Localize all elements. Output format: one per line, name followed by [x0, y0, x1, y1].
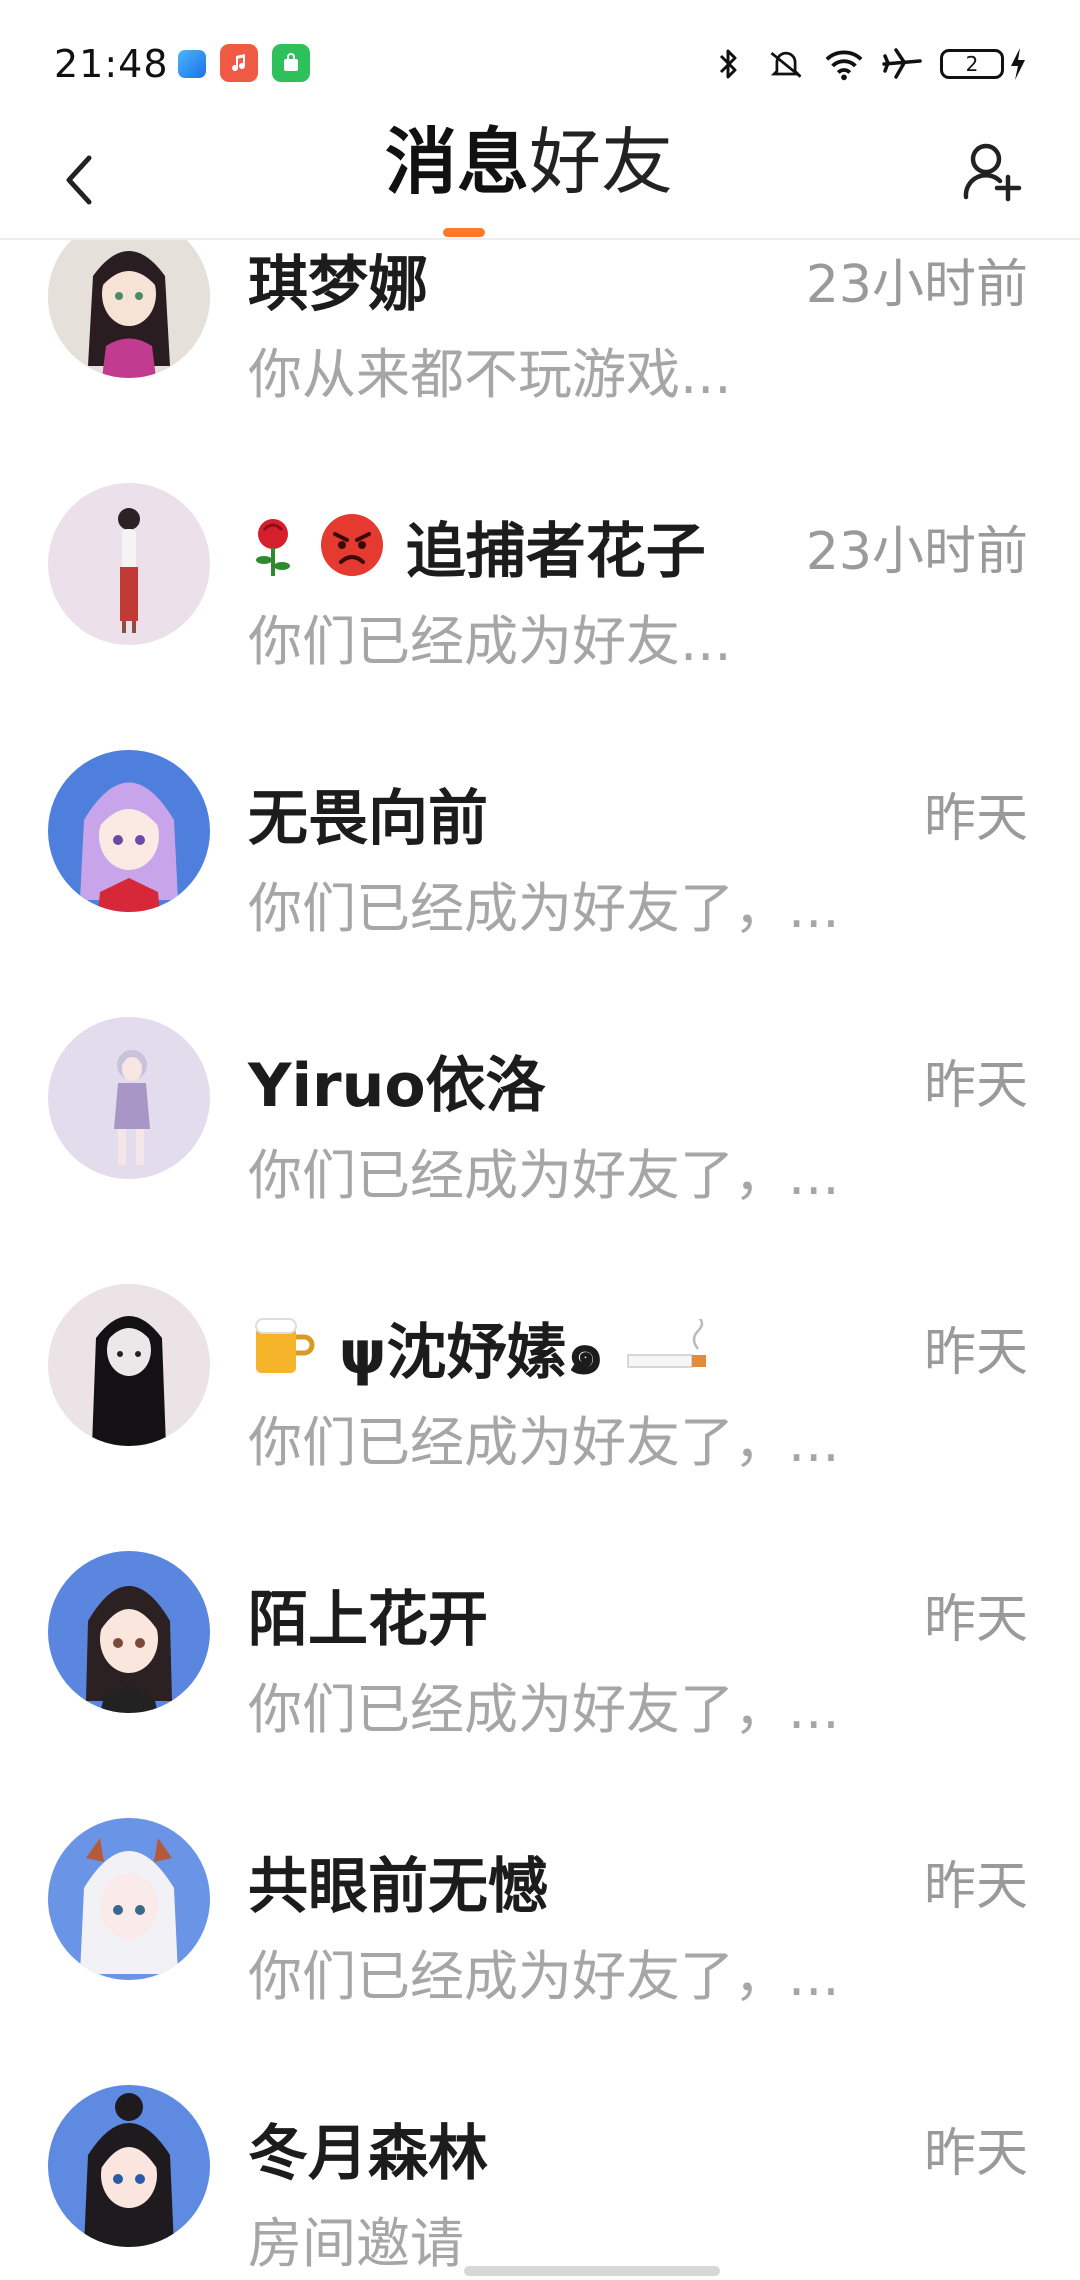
home-indicator[interactable]: [464, 2266, 720, 2276]
contact-name: 追捕者花子: [405, 517, 706, 587]
contact-name: ψ沈妤嫊๑: [338, 1318, 605, 1388]
contact-name: 琪梦娜: [248, 250, 428, 320]
message-preview: 你们已经成为好友了，...: [248, 1945, 840, 2008]
contact-name: Yiruo依洛: [248, 1051, 546, 1121]
conversation-item[interactable]: 追捕者花子 23小时前 你们已经成为好友...: [0, 483, 1080, 750]
add-user-icon: [963, 143, 1022, 202]
message-preview: 房间邀请: [248, 2212, 464, 2275]
avatar: [48, 1551, 210, 1713]
avatar: [48, 1284, 210, 1446]
conversation-item[interactable]: ψ沈妤嫊๑ 昨天 你们已经成为好友了，...: [0, 1284, 1080, 1551]
message-preview: 你们已经成为好友...: [248, 610, 732, 673]
message-time: 昨天: [923, 1323, 1028, 1383]
conversation-item[interactable]: 琪梦娜 23小时前 你从来都不玩游戏...: [0, 240, 1080, 483]
message-time: 昨天: [923, 1857, 1028, 1917]
angry-face-icon: [319, 512, 385, 593]
tab-messages[interactable]: 消息: [385, 120, 529, 237]
message-time: 昨天: [923, 2124, 1028, 2184]
system-icons: 2: [708, 44, 1028, 84]
avatar: [48, 1017, 210, 1179]
message-preview: 你们已经成为好友了，...: [248, 1411, 840, 1474]
avatar: [48, 1818, 210, 1980]
contact-name: 共眼前无憾: [248, 1852, 548, 1922]
tab-messages-label: 消息: [385, 120, 530, 204]
music-app-icon: [220, 44, 258, 82]
avatar: [48, 750, 210, 912]
contact-name: 陌上花开: [248, 1585, 488, 1655]
contact-name-row: 追捕者花子: [248, 503, 706, 593]
conversation-item[interactable]: Yiruo依洛 昨天 你们已经成为好友了，...: [0, 1017, 1080, 1284]
message-preview: 你们已经成为好友了，...: [248, 877, 840, 940]
notification-icons: [178, 44, 310, 82]
charging-icon: [1008, 44, 1028, 84]
message-time: 昨天: [923, 1056, 1028, 1116]
rose-icon: [248, 514, 298, 593]
wifi-icon: [824, 44, 864, 84]
status-bar: 21:48 2: [0, 0, 1080, 120]
battery-level: 2: [965, 52, 979, 76]
tab-friends[interactable]: 好友: [529, 120, 673, 198]
conversation-item[interactable]: 共眼前无憾 昨天 你们已经成为好友了，...: [0, 1818, 1080, 2085]
avatar: [48, 240, 210, 378]
active-tab-indicator: [443, 228, 485, 237]
beer-icon: [248, 1309, 318, 1394]
shop-app-icon: [272, 44, 310, 82]
avatar: [48, 2085, 210, 2247]
top-navigation-bar: 消息 好友: [0, 120, 1080, 240]
airplane-icon: [882, 44, 922, 84]
mute-icon: [766, 44, 806, 84]
message-time: 23小时前: [805, 255, 1028, 315]
tab-friends-label: 好友: [529, 120, 674, 204]
message-time: 23小时前: [805, 522, 1028, 582]
tab-bar: 消息 好友: [385, 120, 673, 240]
conversation-item[interactable]: 冬月森林 昨天 房间邀请: [0, 2085, 1080, 2280]
message-preview: 你们已经成为好友了，...: [248, 1678, 840, 1741]
contact-name-row: ψ沈妤嫊๑: [248, 1304, 712, 1400]
bluetooth-icon: [708, 44, 748, 84]
add-friend-button[interactable]: [952, 132, 1032, 212]
message-time: 昨天: [923, 789, 1028, 849]
conversation-item[interactable]: 无畏向前 昨天 你们已经成为好友了，...: [0, 750, 1080, 1017]
contact-name: 冬月森林: [248, 2119, 488, 2189]
contact-name: 无畏向前: [248, 784, 488, 854]
cigarette-icon: [626, 1316, 712, 1394]
avatar: [48, 483, 210, 645]
message-time: 昨天: [923, 1590, 1028, 1650]
conversation-list[interactable]: 琪梦娜 23小时前 你从来都不玩游戏... 追捕者花子 23小时前 你们已经成为…: [0, 240, 1080, 2280]
status-time: 21:48: [54, 42, 169, 86]
message-preview: 你从来都不玩游戏...: [248, 343, 732, 406]
message-preview: 你们已经成为好友了，...: [248, 1144, 840, 1207]
back-button[interactable]: [44, 140, 114, 220]
conversation-item[interactable]: 陌上花开 昨天 你们已经成为好友了，...: [0, 1551, 1080, 1818]
chevron-left-icon: [66, 155, 92, 205]
battery-icon: 2: [940, 49, 1004, 79]
app-notification-icon: [178, 50, 206, 78]
